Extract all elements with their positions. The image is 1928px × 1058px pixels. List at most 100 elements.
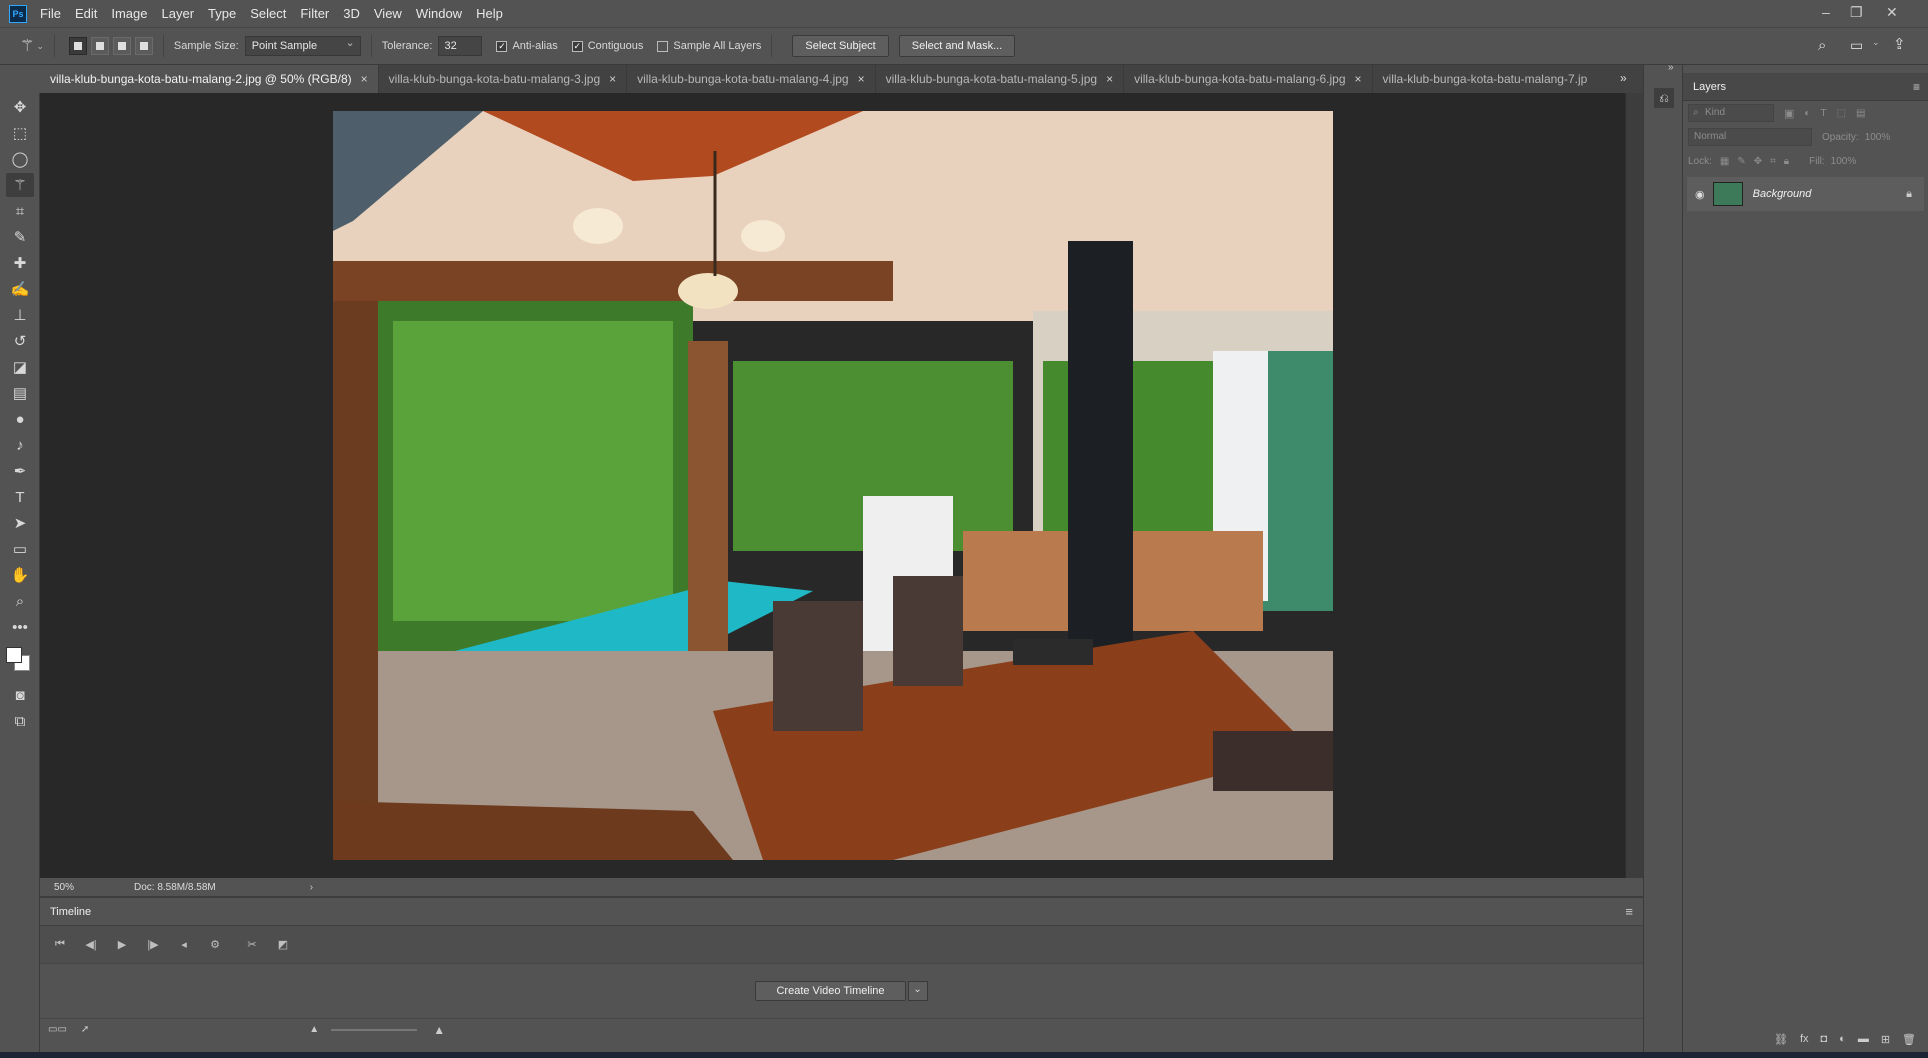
tab-close-icon[interactable]: × <box>1355 72 1362 86</box>
collapse-panels-icon[interactable]: » <box>1668 62 1674 73</box>
shape-filter-icon[interactable]: ⬚ <box>1837 108 1846 119</box>
pixel-filter-icon[interactable]: ▣ <box>1784 107 1794 120</box>
tab-document-4[interactable]: villa-klub-bunga-kota-batu-malang-4.jpg × <box>627 65 876 93</box>
zoom-in-icon[interactable]: ▲ <box>433 1023 445 1037</box>
select-subject-button[interactable]: Select Subject <box>792 35 889 57</box>
new-group-icon[interactable]: ▬ <box>1858 1033 1869 1045</box>
screen-mode-icon[interactable]: ⧉ <box>6 709 34 733</box>
history-panel-icon[interactable]: ⎌ <box>1654 88 1674 108</box>
visibility-eye-icon[interactable]: ◉ <box>1695 188 1705 201</box>
timeline-type-chevron-icon[interactable]: ⌄ <box>907 981 928 1001</box>
split-scissors-icon[interactable]: ✂ <box>240 935 264 955</box>
rectangle-tool-icon[interactable]: ▭ <box>6 537 34 561</box>
menu-help[interactable]: Help <box>469 0 510 27</box>
link-layers-icon[interactable]: ⛓ <box>1774 1033 1788 1046</box>
sample-size-dropdown[interactable]: Point Sample <box>244 34 361 56</box>
intersect-selection-icon[interactable] <box>134 37 153 55</box>
crop-tool-icon[interactable]: ⌗ <box>6 199 34 223</box>
audio-icon[interactable]: ◂ <box>172 935 196 955</box>
create-video-timeline-button[interactable]: Create Video Timeline <box>755 981 906 1001</box>
zoom-out-icon[interactable]: ▲ <box>309 1024 319 1035</box>
add-to-selection-icon[interactable] <box>90 37 109 55</box>
tabs-overflow-icon[interactable]: » <box>1620 71 1627 85</box>
convert-icon[interactable]: ➚ <box>81 1024 89 1035</box>
pen-tool-icon[interactable]: ✒ <box>6 459 34 483</box>
next-frame-icon[interactable]: |▶ <box>141 935 165 955</box>
menu-edit[interactable]: Edit <box>68 0 104 27</box>
subtract-from-selection-icon[interactable] <box>112 37 131 55</box>
gradient-tool-icon[interactable]: ▤ <box>6 381 34 405</box>
zoom-level[interactable]: 50% <box>54 882 134 893</box>
menu-select[interactable]: Select <box>243 0 293 27</box>
blend-mode-dropdown[interactable]: Normal <box>1688 128 1812 146</box>
tab-close-icon[interactable]: × <box>1106 72 1113 86</box>
fill-value[interactable]: 100% <box>1831 156 1857 167</box>
previous-frame-icon[interactable]: ◀| <box>79 935 103 955</box>
workspace-chevron-icon[interactable]: ⌄ <box>1872 37 1880 48</box>
close-icon[interactable]: ✕ <box>1886 4 1898 21</box>
layer-style-icon[interactable]: fx <box>1800 1033 1809 1045</box>
path-selection-tool-icon[interactable]: ➤ <box>6 511 34 535</box>
panel-menu-icon[interactable]: ≡ <box>1625 904 1633 919</box>
frame-animation-icon[interactable]: ▭▭ <box>48 1024 67 1035</box>
type-tool-icon[interactable]: T <box>6 485 34 509</box>
timeline-zoom-slider[interactable] <box>331 1028 418 1031</box>
add-mask-icon[interactable]: ◘ <box>1821 1033 1828 1045</box>
layer-background[interactable]: ◉ Background 🔒︎ <box>1687 177 1924 211</box>
tab-document-7[interactable]: villa-klub-bunga-kota-batu-malang-7.jp <box>1372 65 1598 93</box>
edit-toolbar-icon[interactable]: ••• <box>6 615 34 639</box>
menu-filter[interactable]: Filter <box>293 0 336 27</box>
foreground-color-swatch[interactable] <box>6 647 22 663</box>
new-layer-icon[interactable]: ⊞ <box>1881 1033 1890 1046</box>
lasso-tool-icon[interactable]: ◯ <box>6 147 34 171</box>
document-image[interactable] <box>333 111 1333 860</box>
anti-alias-checkbox[interactable]: ✓ Anti-alias <box>496 40 558 52</box>
layer-name[interactable]: Background <box>1753 188 1812 200</box>
first-frame-icon[interactable]: ⏮ <box>48 935 72 955</box>
menu-file[interactable]: File <box>33 0 68 27</box>
play-icon[interactable]: ▶ <box>110 935 134 955</box>
menu-view[interactable]: View <box>367 0 409 27</box>
marquee-tool-icon[interactable]: ⬚ <box>6 121 34 145</box>
tool-preset-chevron-icon[interactable]: ⌄ <box>36 41 44 52</box>
minimize-icon[interactable]: – <box>1822 4 1830 20</box>
type-filter-icon[interactable]: T <box>1820 108 1826 119</box>
menu-layer[interactable]: Layer <box>155 0 202 27</box>
share-icon[interactable]: ⇪ <box>1893 35 1906 53</box>
search-icon[interactable]: ⌕ <box>1818 37 1826 54</box>
adjustment-filter-icon[interactable]: ◐ <box>1804 108 1810 119</box>
tab-close-icon[interactable]: × <box>609 72 616 86</box>
clone-stamp-tool-icon[interactable]: ⊥ <box>6 303 34 327</box>
settings-icon[interactable]: ⚙ <box>203 935 227 955</box>
lock-position-icon[interactable]: ✥ <box>1754 156 1762 167</box>
tab-document-6[interactable]: villa-klub-bunga-kota-batu-malang-6.jpg × <box>1124 65 1373 93</box>
restore-icon[interactable]: ❐ <box>1850 4 1863 21</box>
menu-3d[interactable]: 3D <box>336 0 367 27</box>
tab-document-5[interactable]: villa-klub-bunga-kota-batu-malang-5.jpg × <box>875 65 1125 93</box>
menu-image[interactable]: Image <box>104 0 154 27</box>
status-menu-chevron-icon[interactable]: › <box>310 882 313 893</box>
lock-image-icon[interactable]: ✎ <box>1737 156 1745 167</box>
dodge-tool-icon[interactable]: ♪ <box>6 433 34 457</box>
tab-close-icon[interactable]: × <box>858 72 865 86</box>
quick-mask-icon[interactable]: ◙ <box>6 683 34 707</box>
kind-filter-dropdown[interactable]: ⌕ Kind <box>1688 104 1774 122</box>
magic-wand-tool-icon[interactable]: ⚚ <box>20 36 34 56</box>
lock-transparent-icon[interactable]: ▦ <box>1720 156 1729 167</box>
transition-icon[interactable]: ◩ <box>271 935 295 955</box>
tab-close-icon[interactable]: × <box>361 72 368 86</box>
contiguous-checkbox[interactable]: ✓ Contiguous <box>571 40 643 52</box>
blur-tool-icon[interactable]: ● <box>6 407 34 431</box>
zoom-tool-icon[interactable]: ⌕ <box>6 589 34 613</box>
eyedropper-tool-icon[interactable]: ✎ <box>6 225 34 249</box>
opacity-value[interactable]: 100% <box>1865 132 1891 143</box>
panel-menu-icon[interactable]: ≡ <box>1913 80 1920 94</box>
tolerance-input[interactable]: 32 <box>438 36 483 56</box>
move-tool-icon[interactable]: ✥ <box>6 95 34 119</box>
delete-layer-icon[interactable]: 🗑︎ <box>1902 1033 1916 1046</box>
tab-document-2[interactable]: villa-klub-bunga-kota-batu-malang-2.jpg … <box>40 65 379 93</box>
healing-brush-tool-icon[interactable]: ✚ <box>6 251 34 275</box>
brush-tool-icon[interactable]: ✍ <box>6 277 34 301</box>
new-selection-icon[interactable] <box>68 37 87 55</box>
workspace-icon[interactable]: ▭ <box>1850 37 1863 54</box>
